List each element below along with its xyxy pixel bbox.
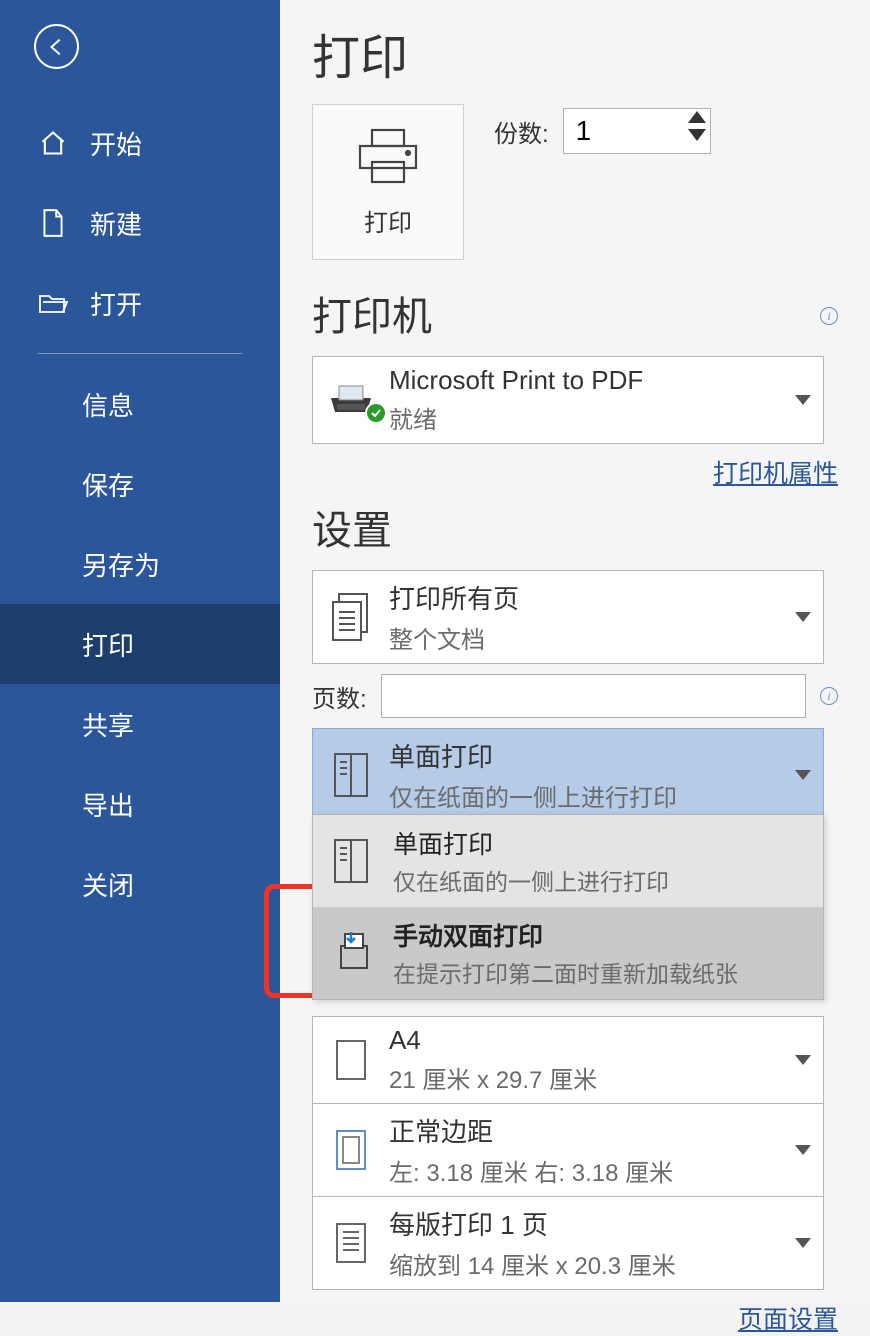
chevron-down-icon <box>795 1238 811 1248</box>
nav-open[interactable]: 打开 <box>0 263 280 343</box>
pages-per-sheet-dropdown[interactable]: 每版打印 1 页 缩放到 14 厘米 x 20.3 厘米 <box>312 1197 824 1290</box>
per-sheet-subtitle: 缩放到 14 厘米 x 20.3 厘米 <box>389 1246 795 1281</box>
file-new-icon <box>38 208 68 238</box>
sides-option-single[interactable]: 单面打印 仅在纸面的一侧上进行打印 <box>313 815 823 907</box>
printer-name: Microsoft Print to PDF <box>389 365 795 396</box>
page-icon <box>323 1037 379 1083</box>
info-icon[interactable]: i <box>820 307 838 325</box>
spinner-down[interactable] <box>688 129 706 141</box>
sides-dropdown-list: 单面打印 仅在纸面的一侧上进行打印 手动双面打印 在提示打印第二面时重新加载纸张 <box>312 814 824 1000</box>
option-title: 单面打印 <box>393 825 669 861</box>
printer-status-icon <box>323 382 379 418</box>
paper-size-dropdown[interactable]: A4 21 厘米 x 29.7 厘米 <box>312 1016 824 1104</box>
chevron-down-icon <box>795 395 811 405</box>
nav-close[interactable]: 关闭 <box>0 844 280 924</box>
print-button[interactable]: 打印 <box>312 104 464 260</box>
paper-title: A4 <box>389 1025 795 1056</box>
sides-dropdown[interactable]: 单面打印 仅在纸面的一侧上进行打印 <box>312 728 824 822</box>
copies-label: 份数: <box>494 114 549 149</box>
per-sheet-title: 每版打印 1 页 <box>389 1205 795 1242</box>
printer-properties-link[interactable]: 打印机属性 <box>713 460 838 488</box>
option-title: 手动双面打印 <box>393 917 738 953</box>
pages-label: 页数: <box>312 679 367 714</box>
manual-duplex-icon <box>323 930 379 976</box>
printer-heading: 打印机 <box>312 284 432 342</box>
page-title: 打印 <box>312 18 838 88</box>
home-icon <box>38 129 68 157</box>
nav-label: 新建 <box>90 205 142 242</box>
nav-label: 保存 <box>82 466 134 503</box>
pages-icon <box>323 592 379 642</box>
printer-icon <box>354 126 422 191</box>
nav-label: 信息 <box>82 386 134 423</box>
page-setup-link[interactable]: 页面设置 <box>738 1306 838 1334</box>
sides-title: 单面打印 <box>389 737 795 774</box>
back-button[interactable] <box>34 24 79 69</box>
settings-heading: 设置 <box>312 498 838 556</box>
margins-dropdown[interactable]: 正常边距 左: 3.18 厘米 右: 3.18 厘米 <box>312 1104 824 1197</box>
folder-open-icon <box>38 290 68 316</box>
per-sheet-icon <box>323 1220 379 1266</box>
nav-print[interactable]: 打印 <box>0 604 280 684</box>
option-subtitle: 在提示打印第二面时重新加载纸张 <box>393 955 738 989</box>
scope-subtitle: 整个文档 <box>389 620 795 655</box>
printer-dropdown[interactable]: Microsoft Print to PDF 就绪 <box>312 356 824 444</box>
arrow-left-icon <box>46 36 68 58</box>
spinner-up[interactable] <box>688 111 706 123</box>
nav-share[interactable]: 共享 <box>0 684 280 764</box>
nav-save[interactable]: 保存 <box>0 444 280 524</box>
margins-icon <box>323 1127 379 1173</box>
nav-label: 打开 <box>90 285 142 322</box>
print-panel: 打印 打印 份数: 1 打印机 i <box>280 0 870 1302</box>
nav-label: 另存为 <box>82 546 160 583</box>
nav-label: 打印 <box>82 626 134 663</box>
margins-subtitle: 左: 3.18 厘米 右: 3.18 厘米 <box>389 1153 795 1188</box>
copies-input[interactable]: 1 <box>563 108 711 154</box>
nav-label: 关闭 <box>82 866 134 903</box>
option-subtitle: 仅在纸面的一侧上进行打印 <box>393 863 669 897</box>
single-side-icon <box>323 836 379 886</box>
nav-export[interactable]: 导出 <box>0 764 280 844</box>
chevron-down-icon <box>795 770 811 780</box>
pages-input[interactable] <box>381 674 806 718</box>
single-side-icon <box>323 750 379 800</box>
sides-subtitle: 仅在纸面的一侧上进行打印 <box>389 778 795 813</box>
margins-title: 正常边距 <box>389 1112 795 1149</box>
chevron-down-icon <box>795 612 811 622</box>
nav-label: 共享 <box>82 706 134 743</box>
print-scope-dropdown[interactable]: 打印所有页 整个文档 <box>312 570 824 664</box>
paper-subtitle: 21 厘米 x 29.7 厘米 <box>389 1060 795 1095</box>
copies-value: 1 <box>576 115 592 147</box>
info-icon[interactable]: i <box>820 687 838 705</box>
chevron-down-icon <box>795 1055 811 1065</box>
sides-option-manual-duplex[interactable]: 手动双面打印 在提示打印第二面时重新加载纸张 <box>313 907 823 999</box>
printer-status: 就绪 <box>389 400 795 435</box>
backstage-sidebar: 开始 新建 打开 信息 保存 另存为 打印 共享 导出 关闭 <box>0 0 280 1302</box>
nav-label: 开始 <box>90 125 142 162</box>
nav-new[interactable]: 新建 <box>0 183 280 263</box>
nav-info[interactable]: 信息 <box>0 364 280 444</box>
chevron-down-icon <box>795 1145 811 1155</box>
nav-divider <box>38 353 242 354</box>
nav-home[interactable]: 开始 <box>0 103 280 183</box>
scope-title: 打印所有页 <box>389 579 795 616</box>
print-button-label: 打印 <box>364 203 412 238</box>
nav-saveas[interactable]: 另存为 <box>0 524 280 604</box>
nav-label: 导出 <box>82 786 134 823</box>
check-icon <box>365 402 387 424</box>
